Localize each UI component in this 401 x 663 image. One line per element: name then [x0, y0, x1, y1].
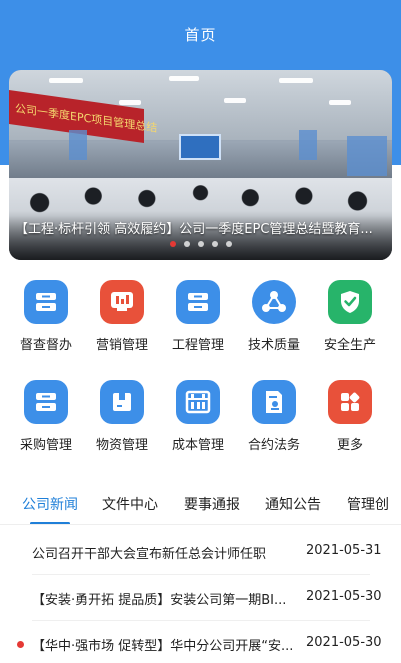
ceiling-light [224, 98, 246, 103]
news-banner-carousel[interactable]: 公司一季度EPC项目管理总结 【工程·标杆引领 高效履约】公司一季度EPC管理总… [9, 70, 392, 260]
document-seal-icon [252, 380, 296, 424]
grid-item-label: 更多 [336, 438, 363, 453]
stack-icon [24, 280, 68, 324]
grid-item-2[interactable]: 营销管理 [82, 280, 162, 353]
box-icon [100, 380, 144, 424]
grid-item-7[interactable]: 物资管理 [82, 380, 162, 453]
carousel-dot[interactable] [225, 241, 232, 247]
app-screen: 首页 公司一季度EPC项目管理总结 【工程·标杆引领 高效履约】公司一季度EPC… [0, 0, 401, 663]
grid-item-label: 技术质量 [247, 338, 300, 353]
grid-item-label: 物资管理 [95, 438, 148, 453]
page-title: 首页 [184, 26, 217, 44]
grid-more-icon [328, 380, 372, 424]
carousel-dot[interactable] [197, 241, 204, 247]
tab-2[interactable]: 文件中心 [102, 494, 158, 514]
shield-check-icon [328, 280, 372, 324]
ceiling-light [329, 100, 351, 105]
grid-item-label: 安全生产 [323, 338, 376, 353]
ceiling-light [119, 100, 141, 105]
grid-item-6[interactable]: 采购管理 [6, 380, 86, 453]
news-item[interactable]: 公司召开干部大会宣布新任总会计师任职 2021-05-31 [0, 529, 401, 575]
carousel-dot[interactable] [169, 241, 176, 247]
grid-item-9[interactable]: 合约法务 [234, 380, 314, 453]
tab-4[interactable]: 通知公告 [265, 494, 321, 514]
ceiling-light [49, 78, 83, 83]
stack-icon [176, 280, 220, 324]
carousel-dot[interactable] [183, 241, 190, 247]
carousel-dots [9, 241, 392, 247]
ceiling-light [169, 76, 199, 81]
stack-icon [24, 380, 68, 424]
ceiling-light [279, 78, 313, 83]
news-title: 【安装·勇开拓 提品质】安装公司第一期BI... [32, 593, 287, 608]
grid-item-10[interactable]: 更多 [310, 380, 390, 453]
grid-item-label: 督查督办 [19, 338, 72, 353]
news-item[interactable]: 【安装·勇开拓 提品质】安装公司第一期BI... 2021-05-30 [0, 575, 401, 621]
wall-panel [347, 136, 387, 176]
grid-item-label: 合约法务 [247, 438, 300, 453]
tab-1[interactable]: 公司新闻 [22, 494, 78, 514]
tab-3[interactable]: 要事通报 [184, 494, 240, 514]
grid-item-label: 采购管理 [19, 438, 72, 453]
news-date: 2021-05-30 [306, 635, 382, 650]
grid-item-1[interactable]: 督查督办 [6, 280, 86, 353]
news-date: 2021-05-31 [306, 543, 382, 558]
news-date: 2021-05-30 [306, 589, 382, 604]
grid-item-4[interactable]: 技术质量 [234, 280, 314, 353]
news-tabs: 公司新闻 文件中心 要事通报 通知公告 管理创 [0, 488, 401, 524]
share-icon [252, 280, 296, 324]
abacus-icon [176, 380, 220, 424]
grid-item-label: 工程管理 [171, 338, 224, 353]
news-title: 公司召开干部大会宣布新任总会计师任职 [32, 547, 267, 562]
grid-item-label: 营销管理 [95, 338, 148, 353]
grid-item-5[interactable]: 安全生产 [310, 280, 390, 353]
tab-5[interactable]: 管理创 [347, 494, 389, 514]
wall-panel [69, 130, 87, 160]
carousel-dot[interactable] [211, 241, 218, 247]
news-item[interactable]: 【华中·强市场 促转型】华中分公司开展“安... 2021-05-30 [0, 621, 401, 663]
grid-item-3[interactable]: 工程管理 [158, 280, 238, 353]
tabs-divider [0, 524, 401, 525]
grid-item-label: 成本管理 [171, 438, 224, 453]
unread-dot [17, 641, 24, 648]
wall-panel [299, 130, 317, 160]
banner-caption[interactable]: 【工程·标杆引领 高效履约】公司一季度EPC管理总结暨教育... [15, 218, 387, 237]
grid-item-8[interactable]: 成本管理 [158, 380, 238, 453]
banner-screen [179, 134, 221, 160]
news-title: 【华中·强市场 促转型】华中分公司开展“安... [32, 639, 294, 654]
chart-badge-icon [100, 280, 144, 324]
